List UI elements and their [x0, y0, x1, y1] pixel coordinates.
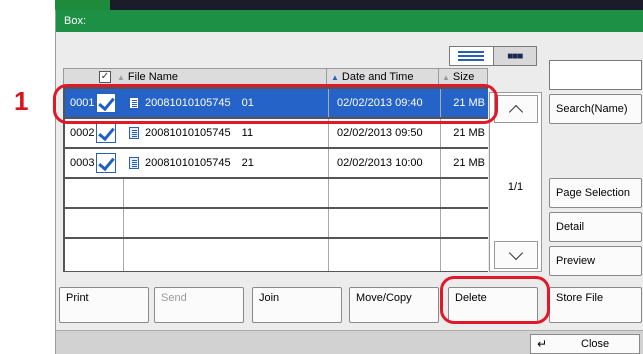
send-button[interactable]: Send	[154, 287, 244, 323]
empty-row	[65, 179, 488, 207]
file-name: 20081010105745 11	[145, 127, 254, 139]
scroll-down-button[interactable]	[494, 241, 538, 269]
store-file-button[interactable]: Store File	[549, 287, 642, 323]
status-bar: ↵ Close	[56, 330, 643, 354]
file-size: 21 MB	[453, 157, 485, 169]
file-name: 20081010105745 21	[145, 157, 254, 169]
preview-button[interactable]: Preview	[549, 246, 642, 276]
page-selection-button[interactable]: Page Selection	[549, 178, 642, 208]
box-screen: Box: ■■■ ✓ ▲ File Name ▲ Date and Time ▲ Si…	[55, 10, 643, 354]
detail-button[interactable]: Detail	[549, 212, 642, 242]
row-number: 0003	[70, 157, 95, 169]
row-number: 0001	[70, 97, 95, 109]
thumbnail-view-button[interactable]: ■■■	[494, 47, 537, 65]
empty-row	[65, 209, 488, 237]
file-name: 20081010105745 01	[145, 97, 254, 109]
row-checkbox[interactable]	[96, 93, 116, 113]
close-button[interactable]: ↵ Close	[530, 334, 640, 354]
page-indicator: 1/1	[507, 181, 524, 193]
chevron-up-icon	[508, 104, 524, 119]
print-button[interactable]: Print	[59, 287, 149, 323]
search-input[interactable]	[549, 60, 642, 90]
file-row[interactable]: 0001 20081010105745 01 02/02/2013 09:40 …	[65, 89, 488, 117]
row-number: 0002	[70, 127, 95, 139]
empty-row	[65, 239, 488, 271]
document-icon	[129, 157, 139, 169]
row-checkbox[interactable]	[96, 123, 116, 143]
file-size: 21 MB	[453, 127, 485, 139]
file-date: 02/02/2013 10:00	[337, 157, 423, 169]
file-row[interactable]: 0002 20081010105745 11 02/02/2013 09:50 …	[65, 119, 488, 147]
top-bar	[55, 0, 643, 10]
list-view-button[interactable]	[450, 47, 494, 65]
document-icon	[129, 97, 139, 109]
sort-arrow-icon: ▲	[117, 73, 125, 82]
thumbnail-view-icon: ■■■	[507, 50, 523, 62]
chevron-down-icon	[508, 245, 524, 260]
file-row[interactable]: 0003 20081010105745 21 02/02/2013 10:00 …	[65, 149, 488, 177]
document-icon	[129, 127, 139, 139]
callout-1: 1	[14, 86, 29, 116]
main-panel: ■■■ ✓ ▲ File Name ▲ Date and Time ▲ Size 00…	[56, 32, 643, 354]
select-all-checkbox[interactable]: ✓	[99, 71, 111, 83]
row-checkbox[interactable]	[96, 153, 116, 173]
delete-button[interactable]: Delete	[448, 287, 538, 323]
list-header: ✓ ▲ File Name ▲ Date and Time ▲ Size	[63, 68, 488, 86]
move-copy-button[interactable]: Move/Copy	[349, 287, 439, 323]
column-file-name[interactable]: ▲ File Name	[117, 69, 178, 85]
sort-arrow-icon: ▲	[331, 73, 339, 82]
sort-arrow-icon: ▲	[442, 73, 450, 82]
column-size[interactable]: ▲ Size	[438, 69, 488, 85]
column-date-time[interactable]: ▲ Date and Time	[326, 69, 438, 85]
list-view-icon	[458, 51, 485, 61]
view-toggle: ■■■	[449, 46, 537, 66]
file-date: 02/02/2013 09:50	[337, 127, 423, 139]
window-title: Box:	[64, 15, 87, 27]
scroll-column: 1/1	[489, 92, 542, 272]
title-bar: Box:	[56, 10, 643, 32]
search-name-button[interactable]: Search(Name)	[549, 94, 642, 124]
join-button[interactable]: Join	[252, 287, 342, 323]
file-list: 0001 20081010105745 01 02/02/2013 09:40 …	[63, 87, 488, 272]
return-icon: ↵	[537, 337, 548, 351]
file-date: 02/02/2013 09:40	[337, 97, 423, 109]
top-tab	[55, 0, 110, 10]
scroll-up-button[interactable]	[494, 95, 538, 123]
file-size: 21 MB	[453, 97, 485, 109]
